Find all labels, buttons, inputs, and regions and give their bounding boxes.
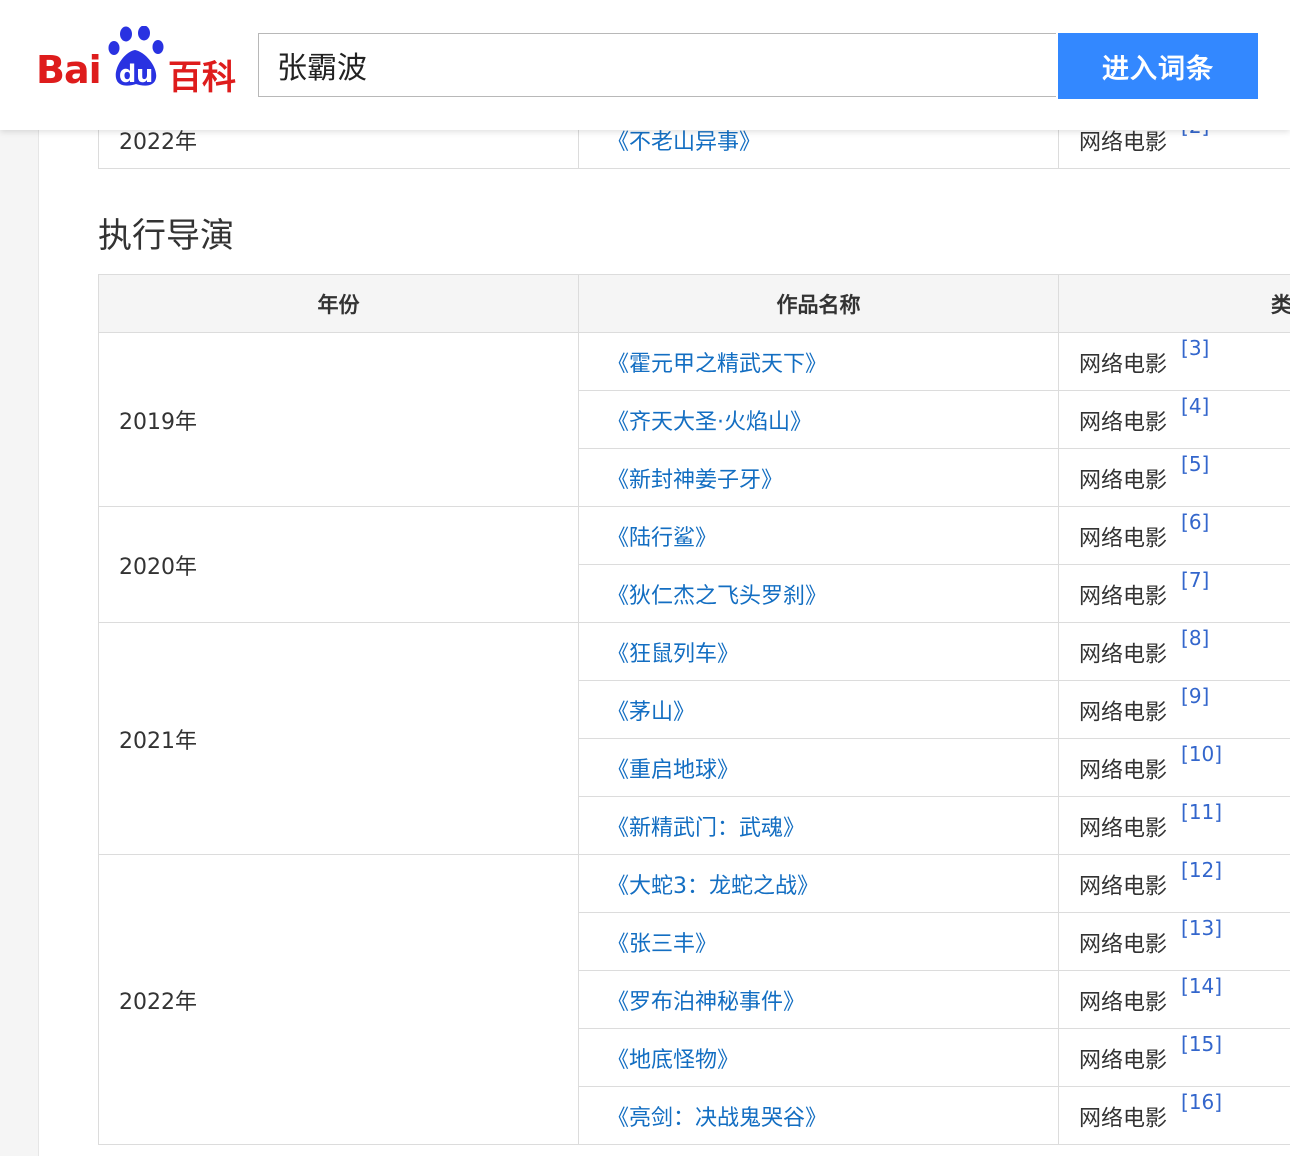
title-cell: 《罗布泊神秘事件》 bbox=[578, 970, 1059, 1029]
type-cell: 网络电影 [11] bbox=[1058, 796, 1290, 855]
work-link[interactable]: 《重启地球》 bbox=[607, 758, 739, 783]
reference-link[interactable]: [12] bbox=[1181, 858, 1222, 882]
title-cell: 《狄仁杰之飞头罗刹》 bbox=[578, 564, 1059, 623]
type-cell: 网络电影 [4] bbox=[1058, 390, 1290, 449]
work-link[interactable]: 《张三丰》 bbox=[607, 932, 717, 957]
work-link[interactable]: 《霍元甲之精武天下》 bbox=[607, 352, 827, 377]
work-link[interactable]: 《新封神姜子牙》 bbox=[607, 468, 783, 493]
search-input[interactable] bbox=[275, 34, 1039, 96]
header: Bai du 百科 进入词条 bbox=[0, 0, 1290, 130]
type-label: 网络电影 bbox=[1079, 758, 1168, 784]
reference-link[interactable]: [16] bbox=[1181, 1090, 1222, 1114]
left-gutter bbox=[0, 0, 39, 1156]
work-link[interactable]: 《陆行鲨》 bbox=[607, 526, 717, 551]
type-label: 网络电影 bbox=[1079, 352, 1168, 378]
logo-bai-text: Bai bbox=[36, 48, 102, 92]
type-cell: 网络电影 [13] bbox=[1058, 912, 1290, 971]
year-cell: 2021年 bbox=[98, 622, 579, 855]
section-title: 执行导演 bbox=[98, 216, 234, 256]
type-cell: 网络电影 [12] bbox=[1058, 854, 1290, 913]
year-cell: 2022年 bbox=[98, 854, 579, 1145]
type-label: 网络电影 bbox=[1079, 584, 1168, 610]
type-label: 网络电影 bbox=[1079, 990, 1168, 1016]
reference-link[interactable]: [8] bbox=[1181, 626, 1209, 650]
table-header-row: 年份 作品名称 类 bbox=[98, 274, 1290, 333]
type-label: 网络电影 bbox=[1079, 468, 1168, 494]
type-cell: 网络电影 [7] bbox=[1058, 564, 1290, 623]
year-cell: 2020年 bbox=[98, 506, 579, 623]
reference-link[interactable]: [5] bbox=[1181, 452, 1209, 476]
work-link[interactable]: 《新精武门：武魂》 bbox=[607, 816, 805, 841]
title-cell: 《张三丰》 bbox=[578, 912, 1059, 971]
type-label: 网络电影 bbox=[1079, 932, 1168, 958]
title-cell: 《齐天大圣·火焰山》 bbox=[578, 390, 1059, 449]
reference-link[interactable]: [9] bbox=[1181, 684, 1209, 708]
title-cell: 《茅山》 bbox=[578, 680, 1059, 739]
work-link[interactable]: 《大蛇3：龙蛇之战》 bbox=[607, 874, 819, 899]
work-link[interactable]: 《狂鼠列车》 bbox=[607, 642, 739, 667]
reference-link[interactable]: [6] bbox=[1181, 510, 1209, 534]
work-link[interactable]: 《狄仁杰之飞头罗刹》 bbox=[607, 584, 827, 609]
reference-link[interactable]: [13] bbox=[1181, 916, 1222, 940]
baidu-baike-logo[interactable]: Bai du 百科 bbox=[36, 26, 242, 98]
column-header-title: 作品名称 bbox=[578, 274, 1059, 333]
type-label: 网络电影 bbox=[1079, 410, 1168, 436]
reference-link[interactable]: [14] bbox=[1181, 974, 1222, 998]
type-cell: 网络电影 [3] bbox=[1058, 332, 1290, 391]
title-cell: 《重启地球》 bbox=[578, 738, 1059, 797]
title-cell: 《地底怪物》 bbox=[578, 1028, 1059, 1087]
reference-link[interactable]: [10] bbox=[1181, 742, 1222, 766]
type-label: 网络电影 bbox=[1079, 642, 1168, 668]
work-link[interactable]: 《茅山》 bbox=[607, 700, 695, 725]
title-cell: 《陆行鲨》 bbox=[578, 506, 1059, 565]
work-link[interactable]: 《地底怪物》 bbox=[607, 1048, 739, 1073]
work-link[interactable]: 《罗布泊神秘事件》 bbox=[607, 990, 805, 1015]
title-cell: 《狂鼠列车》 bbox=[578, 622, 1059, 681]
reference-link[interactable]: [11] bbox=[1181, 800, 1222, 824]
type-label: 网络电影 bbox=[1079, 1048, 1168, 1074]
search-box bbox=[258, 33, 1056, 97]
table-row: 2019年 《霍元甲之精武天下》 网络电影[3] bbox=[98, 332, 1290, 507]
title-cell: 《霍元甲之精武天下》 bbox=[578, 332, 1059, 391]
title-cell: 《亮剑：决战鬼哭谷》 bbox=[578, 1086, 1059, 1145]
table-row: 2021年 《狂鼠列车》 网络电影[8] bbox=[98, 622, 1290, 855]
table-row: 2020年 《陆行鲨》 网络电影[6] bbox=[98, 506, 1290, 623]
title-cell: 《大蛇3：龙蛇之战》 bbox=[578, 854, 1059, 913]
column-header-year: 年份 bbox=[98, 274, 579, 333]
table-row: 2022年 《大蛇3：龙蛇之战》 网络电影[12] bbox=[98, 854, 1290, 1145]
type-label: 网络电影 bbox=[1079, 130, 1168, 155]
type-cell: 网络电影 [10] bbox=[1058, 738, 1290, 797]
type-cell: 网络电影 [16] bbox=[1058, 1086, 1290, 1145]
year-cell: 2019年 bbox=[98, 332, 579, 507]
type-cell: 网络电影 [9] bbox=[1058, 680, 1290, 739]
type-cell: 网络电影 [8] bbox=[1058, 622, 1290, 681]
reference-link[interactable]: [3] bbox=[1181, 336, 1209, 360]
reference-link[interactable]: [7] bbox=[1181, 568, 1209, 592]
work-link[interactable]: 《不老山异事》 bbox=[607, 130, 761, 155]
title-cell: 《新封神姜子牙》 bbox=[578, 448, 1059, 507]
reference-link[interactable]: [4] bbox=[1181, 394, 1209, 418]
work-link[interactable]: 《齐天大圣·火焰山》 bbox=[607, 410, 812, 435]
type-label: 网络电影 bbox=[1079, 526, 1168, 552]
work-link[interactable]: 《亮剑：决战鬼哭谷》 bbox=[607, 1106, 827, 1131]
type-label: 网络电影 bbox=[1079, 816, 1168, 842]
logo-du-text: du bbox=[119, 60, 154, 88]
type-cell: 网络电影 [5] bbox=[1058, 448, 1290, 507]
logo-baike-text: 百科 bbox=[168, 58, 236, 98]
works-table: 年份 作品名称 类 2019年 《霍元甲之精武天下》 网络电影[3] 《齐天大圣·火焰… bbox=[98, 274, 1290, 1145]
type-label: 网络电影 bbox=[1079, 874, 1168, 900]
type-cell: 网络电影 [14] bbox=[1058, 970, 1290, 1029]
column-header-type: 类 bbox=[1058, 274, 1290, 333]
enter-entry-button[interactable]: 进入词条 bbox=[1058, 33, 1258, 99]
title-cell: 《新精武门：武魂》 bbox=[578, 796, 1059, 855]
reference-link[interactable]: [15] bbox=[1181, 1032, 1222, 1056]
type-label: 网络电影 bbox=[1079, 700, 1168, 726]
type-cell: 网络电影 [15] bbox=[1058, 1028, 1290, 1087]
works-table-body: 2019年 《霍元甲之精武天下》 网络电影[3] 《齐天大圣·火焰山》 网络电影[4] 《… bbox=[98, 332, 1290, 1145]
type-cell: 网络电影 [6] bbox=[1058, 506, 1290, 565]
type-label: 网络电影 bbox=[1079, 1106, 1168, 1132]
